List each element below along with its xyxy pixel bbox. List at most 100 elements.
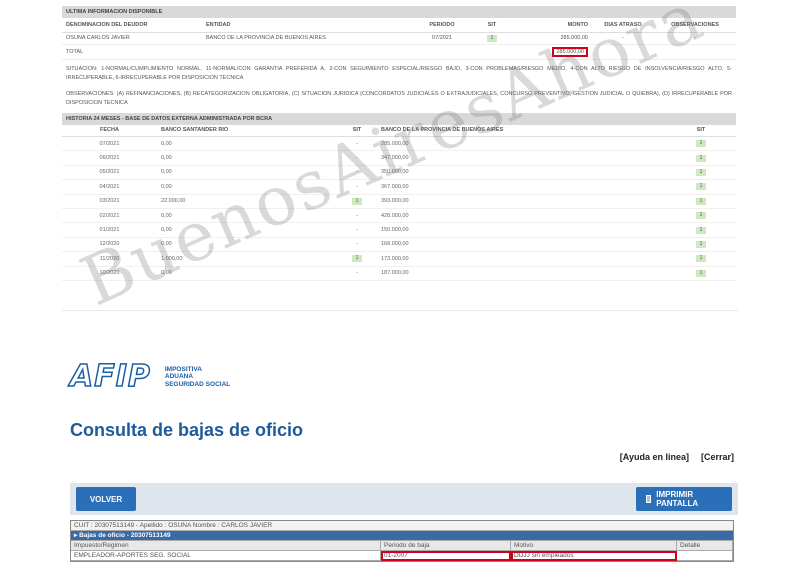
santander-value: 0,00 <box>157 237 337 253</box>
total-monto-cell: 285.000,00 <box>512 44 592 60</box>
sit-santander-value: - <box>337 208 377 224</box>
sit-santander-value: - <box>337 165 377 181</box>
toolbar: VOLVER IMPRIMIR PANTALLA <box>70 483 738 515</box>
sit-badge: 1 <box>695 197 707 205</box>
afip-sub-line: ADUANA <box>164 373 194 381</box>
fecha-value: 07/2021 <box>62 136 157 152</box>
help-links: [Ayuda en linea] [Cerrar] <box>620 452 734 462</box>
bajas-header-row: Impuesto/Regimen Periodo de baja Motivo … <box>71 541 733 551</box>
santander-value: 0,00 <box>157 208 337 224</box>
help-link[interactable]: [Ayuda en linea] <box>620 452 689 462</box>
cuit-line: CUIT : 20307513149 - Apellido : OSUNA No… <box>71 521 733 531</box>
table-row: 02/2021 0,00-428.000,00 1 <box>62 208 736 224</box>
col-monto: MONTO <box>512 18 592 33</box>
fecha-value: 02/2021 <box>62 208 157 224</box>
bajas-table: CUIT : 20307513149 - Apellido : OSUNA No… <box>70 520 734 562</box>
provincia-value: 173.000,00 <box>377 251 666 267</box>
col-sit: SIT <box>472 18 512 33</box>
table-row: 12/2020 0,00-168.000,00 1 <box>62 237 736 253</box>
santander-value: 0,00 <box>157 136 337 152</box>
sit-santander-value: - <box>337 136 377 152</box>
santander-value: 0,00 <box>157 222 337 238</box>
print-button[interactable]: IMPRIMIR PANTALLA <box>636 487 732 511</box>
santander-value: 0,00 <box>157 266 337 281</box>
sit-badge: 1 <box>695 212 707 220</box>
bajas-section-header[interactable]: ▸ Bajas de oficio - 20307513149 <box>71 531 733 541</box>
section-ultima-info-title: ULTIMA INFORMACION DISPONIBLE <box>62 6 736 18</box>
print-icon <box>646 495 652 503</box>
provincia-value: 168.000,00 <box>377 237 666 253</box>
santander-value: 0,00 <box>157 150 337 166</box>
sit-badge: 1 <box>351 255 363 263</box>
table-row: 01/2021 0,00-150.000,00 1 <box>62 222 736 238</box>
provincia-value: 367.000,00 <box>377 179 666 195</box>
provincia-value: 428.000,00 <box>377 208 666 224</box>
fecha-value: 12/2020 <box>62 237 157 253</box>
afip-logo: AFIP IMPOSITIVA ADUANA SEGURIDAD SOCIAL <box>69 359 230 394</box>
table-row: 11/2020 1.000,00 1 173.000,00 1 <box>62 251 736 267</box>
sit-santander-value: 1 <box>337 251 377 267</box>
afip-sub-line: SEGURIDAD SOCIAL <box>164 380 231 388</box>
afip-logo-text: AFIP <box>69 359 151 394</box>
col-periodo-baja: Periodo de baja <box>381 541 511 551</box>
santander-value: 22.000,00 <box>157 194 337 209</box>
print-button-label: IMPRIMIR PANTALLA <box>656 490 699 508</box>
sit-provincia-value: 1 <box>666 266 736 281</box>
total-label: TOTAL <box>62 44 202 60</box>
section-historia-title: HISTORIA 24 MESES - BASE DE DATOS EXTERN… <box>62 112 736 125</box>
fecha-value: 01/2021 <box>62 222 157 238</box>
credit-report: ULTIMA INFORMACION DISPONIBLE DENOMINACI… <box>62 6 736 281</box>
col-detalle: Detalle <box>677 541 733 551</box>
fecha-value: 11/2020 <box>62 251 157 267</box>
sit-badge: 1 <box>695 168 707 176</box>
deudor-name: OSUNA CARLOS JAVIER <box>62 32 202 45</box>
dias-atraso-value: - <box>592 32 654 45</box>
periodo-value: 07/2021 <box>412 32 472 45</box>
impuesto-value: EMPLEADOR-APORTES SEG. SOCIAL <box>71 551 381 561</box>
empty-cell <box>472 44 512 60</box>
col-periodo: PERIODO <box>412 18 472 33</box>
entidad-name: BANCO DE LA PROVINCIA DE BUENOS AIRES <box>202 32 412 45</box>
provincia-value: 285.000,00 <box>377 136 666 152</box>
sit-provincia-value: 1 <box>666 251 736 267</box>
periodo-baja-value: 01-2007 <box>381 551 511 561</box>
monto-value: 285.000,00 <box>512 32 592 45</box>
sit-santander-value: - <box>337 222 377 238</box>
empty-cell <box>592 44 654 60</box>
situacion-legend: SITUACION: 1-NORMAL/CUMPLIMIENTO NORMAL,… <box>66 65 732 81</box>
table-row: 07/2021 0,00-285.000,00 1 <box>62 136 736 152</box>
col-fecha: FECHA <box>62 124 157 137</box>
table-row: 05/2021 0,00-350.000,00 1 <box>62 165 736 181</box>
col-dias-atraso: DIAS ATRASO <box>592 18 654 33</box>
sit-santander-value: - <box>337 266 377 281</box>
table-row: 04/2021 0,00-367.000,00 1 <box>62 179 736 195</box>
afip-logo-subtitle: IMPOSITIVA ADUANA SEGURIDAD SOCIAL <box>165 366 230 389</box>
sit-provincia-value: 1 <box>666 208 736 224</box>
fecha-value: 03/2021 <box>62 194 157 209</box>
observaciones-legend: OBSERVACIONES: (A) REFINANCIACIONES, (B)… <box>66 90 732 106</box>
table-row: OSUNA CARLOS JAVIER BANCO DE LA PROVINCI… <box>62 32 736 45</box>
close-link[interactable]: [Cerrar] <box>701 452 734 462</box>
santander-value: 0,00 <box>157 165 337 181</box>
sit-badge: 1 <box>695 183 707 191</box>
provincia-value: 150.000,00 <box>377 222 666 238</box>
empty-cell <box>202 44 412 60</box>
fecha-value: 06/2021 <box>62 150 157 166</box>
sit-provincia-value: 1 <box>666 136 736 152</box>
total-monto-highlight: 285.000,00 <box>552 46 588 57</box>
empty-cell <box>412 44 472 60</box>
sit-provincia-value: 1 <box>666 237 736 253</box>
deudor-table: DENOMINACION DEL DEUDOR ENTIDAD PERIODO … <box>62 18 736 60</box>
motivo-value: DDJJ sin empleados <box>511 551 677 561</box>
table-row: 10/2020 0,00-187.000,00 1 <box>62 266 736 281</box>
sit-santander-value: 1 <box>337 194 377 209</box>
sit-santander-value: - <box>337 179 377 195</box>
page-title: Consulta de bajas de oficio <box>70 420 304 440</box>
col-motivo: Motivo <box>511 541 677 551</box>
volver-button[interactable]: VOLVER <box>76 487 136 511</box>
col-entidad: ENTIDAD <box>202 18 412 33</box>
santander-value: 1.000,00 <box>157 251 337 267</box>
sit-provincia-value: 1 <box>666 194 736 209</box>
provincia-value: 347.000,00 <box>377 150 666 166</box>
table-row: 06/2021 0,00-347.000,00 1 <box>62 150 736 166</box>
